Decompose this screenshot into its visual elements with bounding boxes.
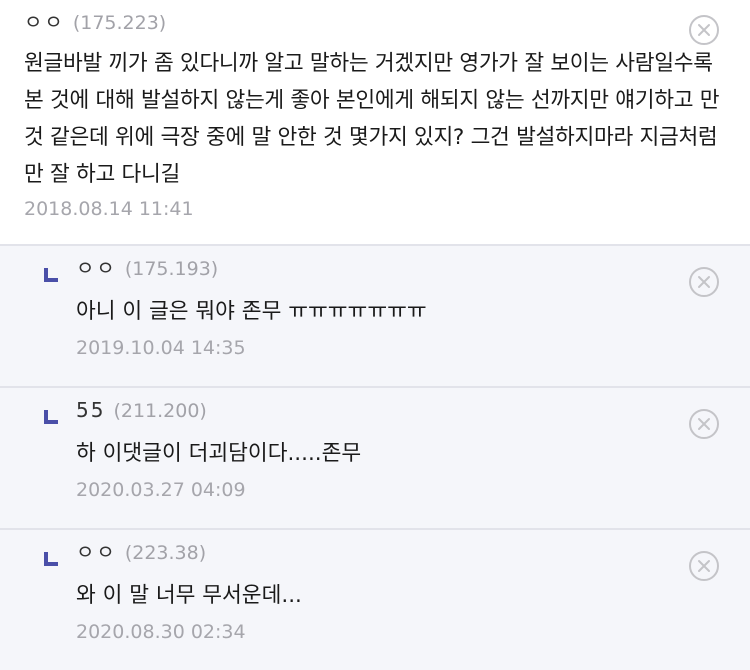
comment-item: ㅇㅇ (175.223) 원글바발 끼가 좀 있다니까 알고 말하는 거겠지만 영… bbox=[0, 0, 750, 246]
close-circle-icon bbox=[689, 267, 719, 297]
delete-reply-button[interactable] bbox=[688, 408, 720, 440]
close-circle-icon bbox=[689, 551, 719, 581]
delete-reply-button[interactable] bbox=[688, 550, 720, 582]
reply-header: ㅇㅇ (223.38) bbox=[76, 540, 750, 565]
reply-arrow-icon bbox=[44, 552, 58, 566]
reply-text: 와 이 말 너무 무서운데... bbox=[76, 583, 302, 608]
reply-ip: (223.38) bbox=[124, 542, 207, 564]
reply-item: ㅇㅇ (223.38) 와 이 말 너무 무서운데... 2020.08.30 0… bbox=[0, 530, 750, 670]
reply-date: 2020.03.27 04:09 bbox=[76, 479, 246, 501]
comment-text: 원글바발 끼가 좀 있다니까 알고 말하는 거겠지만 영가가 잘 보이는 사람일… bbox=[24, 51, 720, 187]
comment-ip: (175.223) bbox=[72, 12, 167, 34]
delete-comment-button[interactable] bbox=[688, 14, 720, 46]
reply-text: 하 이댓글이 더괴담이다.....존무 bbox=[76, 441, 362, 466]
reply-date: 2020.08.30 02:34 bbox=[76, 621, 246, 643]
reply-text: 아니 이 글은 뭐야 존무 ㅠㅠㅠㅠㅠㅠㅠ bbox=[76, 299, 427, 324]
comment-nickname: ㅇㅇ bbox=[24, 10, 65, 34]
reply-arrow-icon bbox=[44, 268, 58, 282]
close-circle-icon bbox=[689, 409, 719, 439]
reply-ip: (175.193) bbox=[124, 258, 219, 280]
comment-header: ㅇㅇ (175.223) bbox=[24, 10, 750, 35]
reply-nickname: 55 bbox=[76, 398, 106, 422]
reply-arrow-icon bbox=[44, 410, 58, 424]
reply-header: ㅇㅇ (175.193) bbox=[76, 256, 750, 281]
comment-list: ㅇㅇ (175.223) 원글바발 끼가 좀 있다니까 알고 말하는 거겠지만 영… bbox=[0, 0, 750, 670]
reply-ip: (211.200) bbox=[113, 400, 207, 422]
delete-reply-button[interactable] bbox=[688, 266, 720, 298]
reply-nickname: ㅇㅇ bbox=[76, 256, 117, 280]
reply-item: 55 (211.200) 하 이댓글이 더괴담이다.....존무 2020.03.… bbox=[0, 388, 750, 530]
reply-date: 2019.10.04 14:35 bbox=[76, 337, 246, 359]
comment-date: 2018.08.14 11:41 bbox=[24, 198, 194, 220]
reply-header: 55 (211.200) bbox=[76, 398, 750, 423]
reply-item: ㅇㅇ (175.193) 아니 이 글은 뭐야 존무 ㅠㅠㅠㅠㅠㅠㅠ 2019.1… bbox=[0, 246, 750, 388]
close-circle-icon bbox=[689, 15, 719, 45]
reply-nickname: ㅇㅇ bbox=[76, 540, 117, 564]
